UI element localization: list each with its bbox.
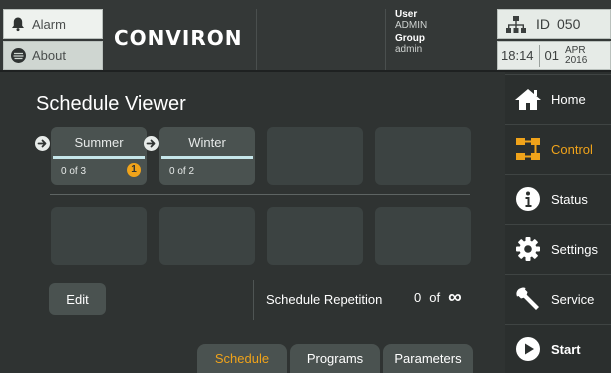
repetition-separator — [253, 280, 254, 320]
play-icon — [514, 335, 542, 363]
schedule-tile-summer[interactable]: Summer 0 of 3 1 — [51, 127, 147, 185]
schedule-slot-empty[interactable] — [375, 207, 471, 265]
month-year: APR 2016 — [565, 44, 588, 66]
group-value: admin — [395, 44, 423, 55]
day-value: 01 — [544, 48, 560, 63]
year-value: 2016 — [565, 54, 588, 66]
sidebar-item-home[interactable]: Home — [505, 74, 611, 123]
sidebar-item-label: Status — [551, 191, 588, 207]
info-icon — [514, 185, 542, 213]
time-value: 18:14 — [501, 48, 534, 63]
header-blank-cell — [256, 9, 386, 70]
sidebar-item-status[interactable]: Status — [505, 174, 611, 223]
schedule-badge: 1 — [127, 163, 141, 177]
id-value: 050 — [557, 16, 581, 32]
sidebar-item-label: Control — [551, 141, 593, 157]
month-value: APR — [565, 44, 586, 56]
id-label: ID — [536, 16, 550, 32]
alarm-button[interactable]: Alarm — [3, 9, 103, 39]
sidebar-item-settings[interactable]: Settings — [505, 224, 611, 273]
schedule-slot-empty[interactable] — [51, 207, 147, 265]
repetition-current: 0 — [414, 290, 422, 305]
schedule-name: Winter — [188, 135, 226, 150]
sidebar-item-control[interactable]: Control — [505, 124, 611, 173]
about-logo-icon — [7, 47, 29, 64]
about-button[interactable]: About — [3, 41, 103, 70]
home-icon — [514, 85, 542, 113]
top-bar: Alarm About CONVIRON User ADMIN Group ad… — [0, 0, 611, 72]
network-id-display[interactable]: ID 050 — [497, 9, 611, 39]
schedule-repetition-value[interactable]: 0 of ∞ — [414, 286, 470, 308]
schedule-slot-empty[interactable] — [267, 127, 363, 185]
schedule-slot-empty[interactable] — [375, 127, 471, 185]
arrow-right-icon — [35, 136, 50, 151]
about-label: About — [32, 48, 66, 63]
tab-programs[interactable]: Programs — [290, 344, 380, 373]
user-value: ADMIN — [395, 20, 428, 31]
schedule-count: 0 of 2 — [169, 166, 195, 177]
sidebar-item-start[interactable]: Start — [505, 324, 611, 373]
repetition-total: ∞ — [448, 286, 462, 308]
sidebar-item-label: Settings — [551, 241, 598, 257]
repetition-of: of — [429, 290, 441, 305]
alarm-label: Alarm — [32, 16, 66, 32]
schedule-slot-empty[interactable] — [159, 207, 255, 265]
schedule-slot-empty[interactable] — [267, 207, 363, 265]
schedule-count: 0 of 3 — [61, 166, 87, 177]
section-divider — [50, 194, 470, 195]
user-label: User — [395, 9, 418, 20]
group-label: Group — [395, 33, 425, 44]
sidebar-item-label: Home — [551, 91, 586, 107]
control-icon — [514, 135, 542, 163]
conviron-logo: CONVIRON — [114, 26, 243, 50]
page-title: Schedule Viewer — [36, 93, 186, 115]
schedule-progress-line — [161, 156, 253, 159]
gear-icon — [514, 235, 542, 263]
sidebar-item-label: Service — [551, 291, 595, 307]
user-info[interactable]: User ADMIN Group admin — [388, 9, 496, 70]
date-time-display[interactable]: 18:14 01 APR 2016 — [497, 41, 611, 70]
sidebar-item-label: Start — [551, 341, 581, 357]
bell-icon — [7, 16, 29, 32]
schedule-repetition-label: Schedule Repetition — [266, 292, 383, 307]
schedule-progress-line — [53, 156, 145, 159]
app-screen: Alarm About CONVIRON User ADMIN Group ad… — [0, 0, 611, 373]
network-icon — [506, 15, 526, 33]
right-sidebar: Home Control Status Settings Service Sta… — [505, 72, 611, 373]
time-divider — [538, 44, 540, 67]
schedule-tile-winter[interactable]: Winter 0 of 2 — [159, 127, 255, 185]
wrench-icon — [514, 285, 542, 313]
tab-parameters[interactable]: Parameters — [383, 344, 473, 373]
schedule-name: Summer — [74, 135, 124, 150]
arrow-right-icon — [144, 136, 159, 151]
edit-button[interactable]: Edit — [49, 283, 106, 315]
tab-schedule[interactable]: Schedule — [197, 344, 287, 373]
sidebar-item-service[interactable]: Service — [505, 274, 611, 323]
